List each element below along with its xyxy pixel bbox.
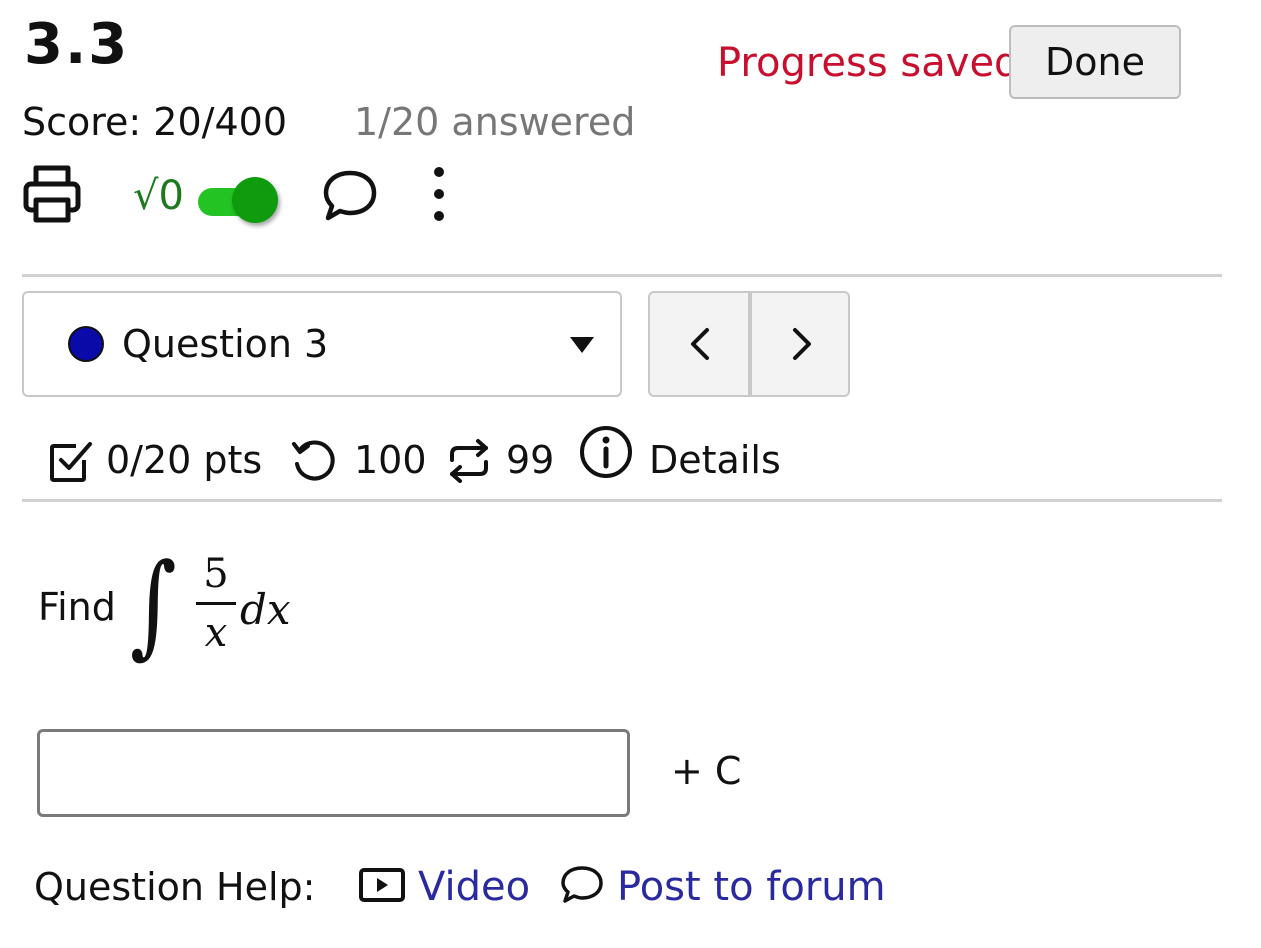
fraction-bar <box>196 602 236 605</box>
differential: dx <box>240 585 291 634</box>
retry-icon <box>292 440 335 481</box>
checkbox-icon <box>50 442 92 482</box>
math-toggle-label: √0 <box>133 173 184 219</box>
question-prompt: Find <box>38 585 116 629</box>
speech-bubble-icon <box>561 866 603 903</box>
answer-input[interactable] <box>37 729 630 817</box>
details-label: Details <box>649 438 781 482</box>
divider <box>22 274 1222 277</box>
constant-suffix: + C <box>671 749 742 793</box>
comment-button[interactable] <box>322 168 378 224</box>
fraction-denominator: x <box>204 610 228 656</box>
points-text: 0/20 pts <box>106 438 263 482</box>
toggle-knob <box>232 177 278 223</box>
previous-question-button[interactable] <box>650 293 749 395</box>
answered-count: 1/20 answered <box>354 100 636 144</box>
printer-icon <box>23 165 81 223</box>
score-text: Score: 20/400 <box>22 100 287 144</box>
fraction-numerator: 5 <box>203 551 229 597</box>
vertical-ellipsis-icon <box>434 167 444 221</box>
question-help-label: Question Help: <box>34 865 316 909</box>
chevron-right-icon <box>792 328 811 360</box>
attempts-remaining: 100 <box>354 438 427 482</box>
assignment-title: 3.3 <box>24 12 130 77</box>
chevron-left-icon <box>690 328 709 360</box>
divider <box>22 499 1222 502</box>
caret-down-icon <box>570 337 594 353</box>
print-button[interactable] <box>22 164 82 224</box>
fraction: 5 x <box>196 548 236 659</box>
details-button[interactable]: Details <box>578 424 788 488</box>
integral-expression: ∫ 5 x dx <box>130 540 310 670</box>
next-question-button[interactable] <box>752 293 848 395</box>
video-icon <box>359 868 405 902</box>
progress-status: Progress saved <box>717 40 1020 86</box>
math-display-toggle[interactable] <box>198 176 280 224</box>
done-button[interactable]: Done <box>1009 25 1181 99</box>
speech-bubble-icon <box>323 170 377 221</box>
more-options-button[interactable] <box>424 166 454 226</box>
question-status-dot <box>68 326 104 362</box>
question-select-label: Question 3 <box>122 322 329 366</box>
versions-remaining: 99 <box>506 438 555 482</box>
info-icon <box>580 426 632 478</box>
video-link-label[interactable]: Video <box>418 862 530 912</box>
question-select[interactable]: Question 3 <box>22 291 622 397</box>
integral-sign: ∫ <box>130 540 177 670</box>
question-nav <box>648 291 850 397</box>
repeat-icon <box>450 439 488 483</box>
forum-link-label[interactable]: Post to forum <box>617 862 886 912</box>
